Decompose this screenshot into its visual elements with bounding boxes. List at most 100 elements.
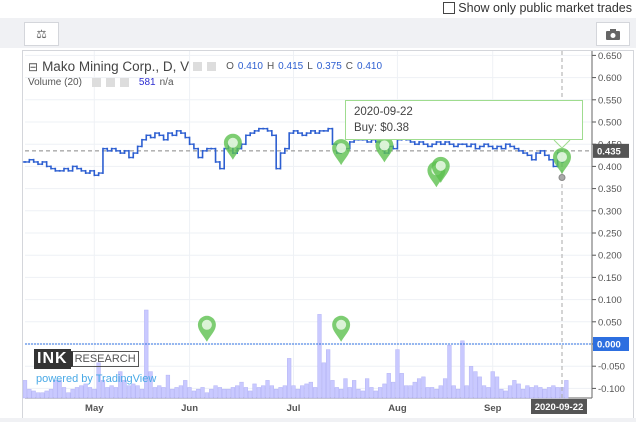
volume-bar (287, 358, 292, 399)
volume-bar (564, 380, 569, 399)
volume-bar (139, 388, 145, 399)
y-tick-label: 0.300 (598, 206, 622, 217)
volume-bar (494, 376, 500, 399)
volume-bar (295, 388, 300, 399)
y-tick-label: -0.050 (598, 362, 625, 373)
volume-bar (79, 385, 84, 399)
powered-by-link[interactable]: powered by TradingView (36, 373, 156, 385)
volume-bar (477, 376, 482, 399)
volume-bar (481, 385, 487, 399)
trade-tooltip: 2020-09-22 Buy: $0.38 (345, 100, 583, 140)
volume-bar (31, 390, 36, 399)
volume-bar (213, 385, 218, 399)
volume-bar (313, 387, 318, 399)
volume-bar (416, 378, 422, 399)
volume-bar (61, 387, 67, 399)
high-value: 0.415 (278, 61, 304, 72)
volume-bar (261, 385, 266, 399)
volume-bar (187, 387, 192, 399)
volume-bar (196, 388, 201, 399)
volume-bar (326, 349, 331, 399)
symbol-title: Mako Mining Corp., D, V (42, 59, 190, 74)
volume-bar (390, 381, 396, 399)
volume-bar (516, 383, 521, 399)
trade-marker-center (201, 319, 212, 330)
volume-bar (183, 380, 188, 399)
volume-bar (408, 385, 413, 399)
trade-marker-center (336, 319, 347, 330)
volume-bar (200, 387, 205, 399)
volume-bar (377, 387, 383, 399)
volume-bar (503, 390, 508, 399)
volume-bar (486, 387, 491, 399)
eye-icon[interactable] (91, 78, 101, 87)
high-label: H (266, 61, 275, 72)
close-icon[interactable] (119, 78, 129, 87)
volume-bar (507, 385, 513, 399)
volume-bar (226, 388, 231, 399)
eye-icon[interactable] (193, 62, 203, 71)
y-tick-label: 0.400 (598, 162, 622, 173)
volume-bar (83, 383, 88, 399)
y-tick-label: 0.150 (598, 273, 622, 284)
settings-icon[interactable] (105, 78, 115, 87)
volume-bar (235, 385, 240, 399)
volume-bar (157, 385, 162, 399)
volume-bar (27, 388, 32, 399)
open-value: 0.410 (237, 61, 263, 72)
volume-bar (217, 387, 222, 399)
volume-bar (455, 388, 461, 399)
volume-bar (22, 380, 28, 399)
volume-value: 581 (138, 77, 156, 88)
settings-icon[interactable] (207, 62, 217, 71)
volume-bar (40, 392, 45, 399)
volume-bar (66, 392, 71, 399)
volume-bar (243, 387, 248, 399)
trade-marker-center (557, 151, 567, 162)
y-tick-label: 0.100 (598, 295, 622, 306)
volume-bar (317, 314, 322, 399)
volume-bar (447, 344, 452, 399)
tooltip-text: Buy: $0.38 (354, 122, 409, 134)
ink-research-logo: INK RESEARCH (34, 349, 139, 369)
volume-bar (204, 392, 210, 399)
volume-bar (70, 388, 75, 399)
volume-bar (460, 340, 465, 399)
volume-bar (473, 371, 478, 399)
volume-bar (222, 388, 227, 399)
volume-bar (74, 387, 80, 399)
volume-bar (365, 378, 370, 399)
volume-bar (555, 387, 560, 399)
volume-bar (135, 385, 140, 399)
volume-bar (256, 387, 261, 399)
y-tick-label: 0.200 (598, 251, 622, 262)
trade-marker-center (379, 140, 390, 151)
y-tick-label: 0.050 (598, 317, 622, 328)
y-tick-label: 0.350 (598, 184, 622, 195)
x-tick-label: Sep (484, 403, 502, 414)
volume-bar (300, 385, 305, 399)
volume-bar (546, 387, 552, 399)
volume-bar (109, 385, 114, 399)
x-tick-label: Jun (181, 403, 198, 414)
volume-bar (512, 380, 517, 399)
collapse-icon[interactable]: ⊟ (28, 60, 38, 74)
volume-bar (165, 374, 171, 399)
logo-research: RESEARCH (70, 351, 139, 367)
y-tick-label: 0.250 (598, 229, 622, 240)
x-tick-label: May (85, 403, 104, 414)
volume-bar (308, 381, 313, 399)
trade-marker-center (336, 143, 347, 154)
last-price-label: 0.435 (597, 146, 621, 157)
volume-bar (126, 385, 132, 399)
trade-marker-center (227, 137, 238, 148)
volume-bar (395, 349, 400, 399)
volume-bar (442, 378, 448, 399)
volume-bar (92, 388, 97, 399)
volume-bar (191, 390, 197, 399)
volume-bar (438, 385, 443, 399)
volume-bar (209, 388, 214, 399)
volume-bar (538, 387, 543, 399)
series-legend: ⊟ Mako Mining Corp., D, V O 0.410 H 0.415 … (28, 59, 382, 74)
x-tick-label: Aug (388, 403, 407, 414)
